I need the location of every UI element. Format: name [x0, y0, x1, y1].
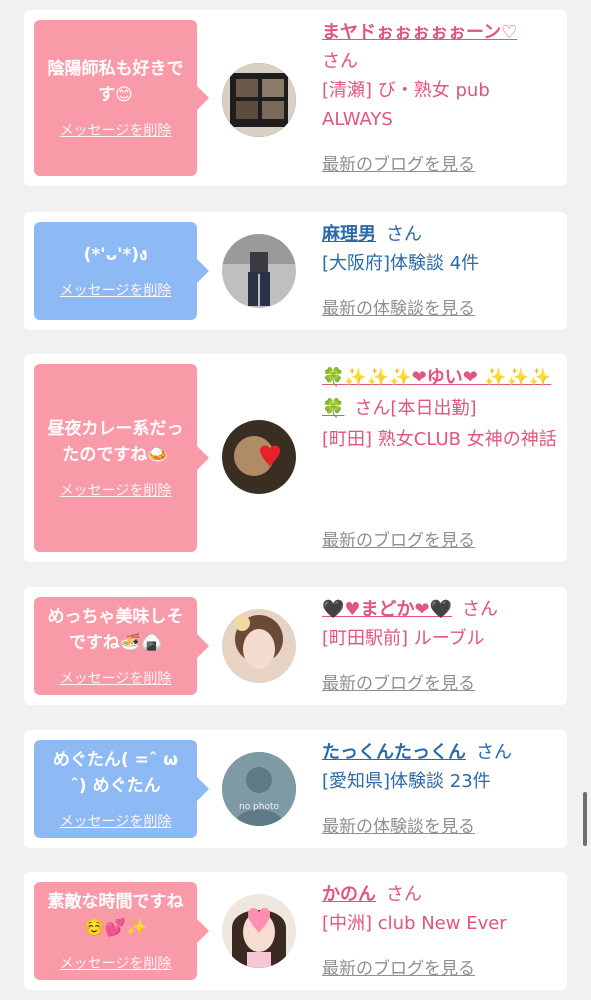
message-bubble: めっちゃ美味しそですね🍜🍙 メッセージを削除 — [34, 597, 209, 695]
user-info: 麻理男 さん [大阪府]体験談 4件 — [322, 220, 560, 278]
message-bubble: (*'ᴗ'*)ง メッセージを削除 — [34, 222, 209, 320]
honorific: さん — [386, 224, 422, 245]
user-info: 🍀✨✨✨❤ゆい❤ ✨✨✨🍀 さん[本日出勤] [町田] 熟女CLUB 女神の神話 — [322, 362, 560, 455]
message-text: めっちゃ美味しそですね🍜🍙 — [47, 607, 184, 653]
honorific: さん — [476, 742, 512, 763]
avatar-image — [222, 894, 296, 968]
user-info: 🖤♥まどか❤🖤 さん [町田駅前] ルーブル — [322, 595, 560, 653]
avatar[interactable] — [222, 63, 296, 137]
message-text: 昼夜カレー系だったのですね🍛 — [47, 419, 184, 465]
avatar-image — [222, 234, 296, 308]
message-text: (*'ᴗ'*)ง — [83, 245, 148, 265]
message-text: 素敵な時間ですね☺️💕✨ — [47, 892, 184, 938]
scrollbar[interactable] — [583, 792, 587, 846]
message-card: 昼夜カレー系だったのですね🍛 メッセージを削除 🍀✨✨✨❤ゆい❤ ✨✨✨🍀 さん[… — [24, 354, 567, 562]
delete-message-link[interactable]: メッセージを削除 — [60, 280, 172, 300]
message-bubble: 陰陽師私も好きです😊 メッセージを削除 — [34, 20, 209, 176]
shop-detail: [中洲] club New Ever — [322, 913, 507, 934]
message-list: 陰陽師私も好きです😊 メッセージを削除 まヤドぉぉぉぉぉーン♡ さん [清瀬] … — [0, 0, 591, 1000]
avatar[interactable] — [222, 894, 296, 968]
review-detail: [愛知県]体験談 23件 — [322, 771, 491, 792]
message-card: めっちゃ美味しそですね🍜🍙 メッセージを削除 🖤♥まどか❤🖤 さん [町田駅前] … — [24, 587, 567, 705]
no-photo-label: no photo — [238, 802, 280, 812]
user-info: たっくんたっくん さん [愛知県]体験談 23件 — [322, 738, 560, 796]
user-name-link[interactable]: たっくんたっくん — [322, 742, 466, 763]
avatar-image — [222, 420, 296, 494]
avatar[interactable]: no photo — [222, 752, 296, 826]
shop-detail: [清瀬] び・熟女 pub ALWAYS — [322, 80, 490, 130]
shop-detail: [町田] 熟女CLUB 女神の神話 — [322, 429, 557, 450]
avatar-image — [222, 63, 296, 137]
message-card: 素敵な時間ですね☺️💕✨ メッセージを削除 かのん さん [中洲] club Ne… — [24, 872, 567, 990]
user-info: まヤドぉぉぉぉぉーン♡ さん [清瀬] び・熟女 pub ALWAYS — [322, 18, 560, 134]
message-card: 陰陽師私も好きです😊 メッセージを削除 まヤドぉぉぉぉぉーン♡ さん [清瀬] … — [24, 10, 567, 186]
shop-detail: [町田駅前] ルーブル — [322, 628, 485, 649]
latest-review-link[interactable]: 最新の体験談を見る — [322, 812, 475, 837]
message-text: 陰陽師私も好きです😊 — [47, 59, 184, 105]
message-bubble: 素敵な時間ですね☺️💕✨ メッセージを削除 — [34, 882, 209, 980]
avatar-image — [222, 609, 296, 683]
user-info: かのん さん [中洲] club New Ever — [322, 880, 560, 938]
honorific: さん — [462, 599, 499, 620]
message-card: (*'ᴗ'*)ง メッセージを削除 麻理男 さん [大阪府]体験談 4件 最新の体… — [24, 212, 567, 330]
user-name-link[interactable]: 麻理男 — [322, 224, 376, 245]
honorific: さん — [322, 51, 358, 72]
latest-blog-link[interactable]: 最新のブログを見る — [322, 526, 475, 551]
message-bubble: めぐたん( =ˆ ω ˆ) めぐたん メッセージを削除 — [34, 740, 209, 838]
message-text: めぐたん( =ˆ ω ˆ) めぐたん — [52, 750, 179, 796]
avatar-placeholder — [222, 752, 296, 826]
delete-message-link[interactable]: メッセージを削除 — [60, 668, 172, 688]
latest-blog-link[interactable]: 最新のブログを見る — [322, 669, 475, 694]
on-duty-status: [本日出勤] — [390, 398, 477, 419]
latest-blog-link[interactable]: 最新のブログを見る — [322, 150, 475, 175]
delete-message-link[interactable]: メッセージを削除 — [60, 953, 172, 973]
avatar[interactable] — [222, 420, 296, 494]
latest-blog-link[interactable]: 最新のブログを見る — [322, 954, 475, 979]
delete-message-link[interactable]: メッセージを削除 — [60, 120, 172, 140]
delete-message-link[interactable]: メッセージを削除 — [60, 811, 172, 831]
honorific: さん — [386, 884, 422, 905]
user-name-link[interactable]: かのん — [322, 884, 376, 905]
avatar[interactable] — [222, 234, 296, 308]
user-name-link[interactable]: 🖤♥まどか❤🖤 — [322, 599, 452, 620]
user-name-link[interactable]: まヤドぉぉぉぉぉーン♡ — [322, 22, 517, 43]
message-bubble: 昼夜カレー系だったのですね🍛 メッセージを削除 — [34, 364, 209, 552]
avatar[interactable] — [222, 609, 296, 683]
message-card: めぐたん( =ˆ ω ˆ) めぐたん メッセージを削除 no photo たっく… — [24, 730, 567, 848]
honorific: さん — [354, 398, 391, 419]
delete-message-link[interactable]: メッセージを削除 — [60, 480, 172, 500]
latest-review-link[interactable]: 最新の体験談を見る — [322, 294, 475, 319]
review-detail: [大阪府]体験談 4件 — [322, 253, 480, 274]
